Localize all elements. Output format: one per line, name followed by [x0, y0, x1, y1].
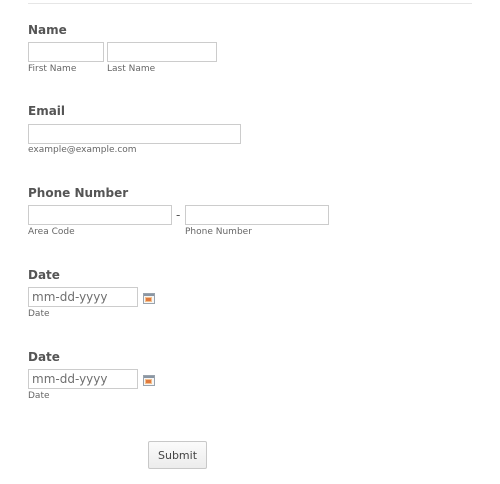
submit-button[interactable]: Submit [148, 441, 207, 469]
top-divider [28, 3, 472, 4]
calendar-icon[interactable] [143, 375, 155, 386]
date-sublabel-2: Date [28, 391, 50, 401]
area-code-sublabel: Area Code [28, 227, 75, 237]
date-sublabel-1: Date [28, 309, 50, 319]
name-label: Name [28, 23, 67, 37]
first-name-input[interactable] [28, 42, 104, 62]
last-name-sublabel: Last Name [107, 64, 156, 74]
area-code-input[interactable] [28, 205, 172, 225]
phone-number-input[interactable] [185, 205, 329, 225]
date-input-1[interactable] [28, 287, 138, 307]
email-input[interactable] [28, 124, 241, 144]
date-label-1: Date [28, 268, 60, 282]
email-sublabel: example@example.com [28, 145, 137, 155]
phone-separator: - [176, 208, 181, 222]
last-name-input[interactable] [107, 42, 217, 62]
form-page: Name First Name Last Name Email example@… [0, 0, 500, 484]
date-input-2[interactable] [28, 369, 138, 389]
phone-number-label: Phone Number [28, 186, 129, 200]
email-label: Email [28, 104, 66, 118]
date-label-2: Date [28, 350, 60, 364]
calendar-icon[interactable] [143, 293, 155, 304]
first-name-sublabel: First Name [28, 64, 77, 74]
phone-number-sublabel: Phone Number [185, 227, 252, 237]
